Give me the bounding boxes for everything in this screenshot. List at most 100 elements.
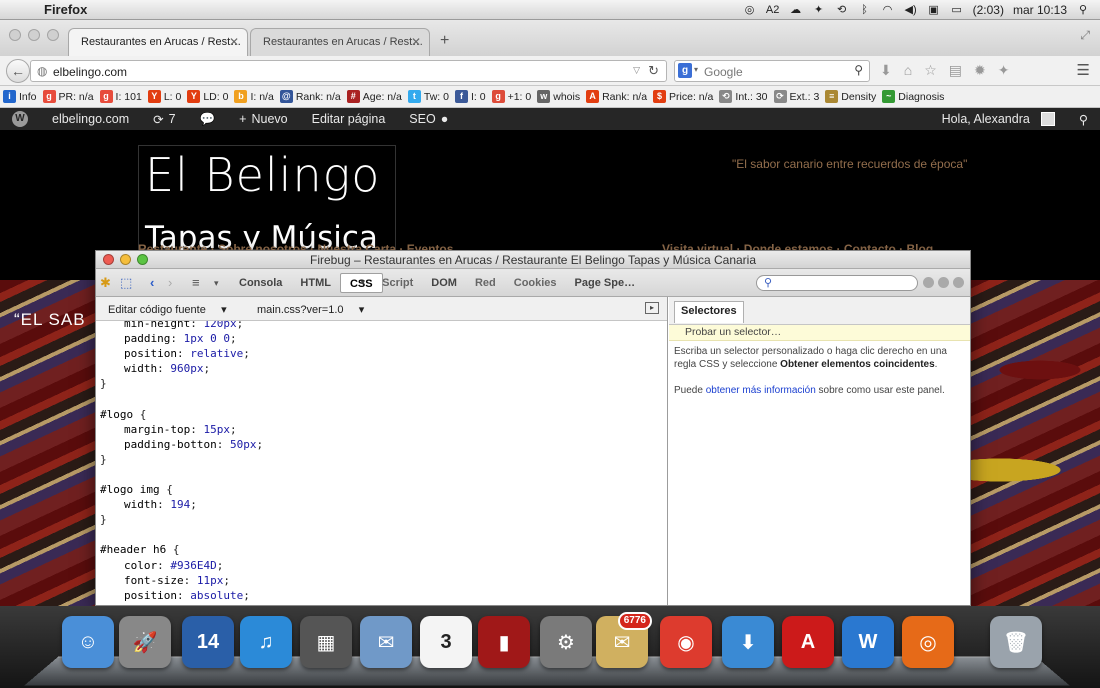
software-update-icon[interactable]: ⬇ bbox=[722, 616, 774, 668]
firefox-icon[interactable]: ◎ bbox=[902, 616, 954, 668]
detach-firebug-button[interactable] bbox=[938, 277, 949, 288]
seo-metric-item[interactable]: ⟲ Int.: 30 bbox=[719, 90, 768, 103]
bookmark-star-icon[interactable]: ☆ bbox=[924, 62, 937, 79]
css-property[interactable]: width bbox=[100, 498, 157, 511]
css-tab-dropdown-icon[interactable]: ▾ bbox=[361, 273, 366, 293]
finder-icon[interactable]: ☺ bbox=[62, 616, 114, 668]
seo-metric-item[interactable]: $ Price: n/a bbox=[653, 90, 713, 103]
input-source-icon[interactable]: ▣ bbox=[927, 3, 941, 17]
seo-metric-item[interactable]: g PR: n/a bbox=[42, 90, 94, 103]
tab-pagespe[interactable]: Page Spe… bbox=[566, 273, 645, 293]
css-value[interactable]: 15px bbox=[203, 423, 230, 436]
seo-metric-item[interactable]: @ Rank: n/a bbox=[279, 90, 341, 103]
wp-new-content[interactable]: + Nuevo bbox=[227, 108, 299, 130]
search-bar[interactable]: g ▾ Google ⚲ bbox=[674, 60, 870, 82]
bluetooth-status-icon[interactable]: ᛒ bbox=[858, 3, 872, 17]
minimize-window-button[interactable] bbox=[28, 29, 40, 41]
css-property[interactable]: right bbox=[100, 604, 157, 605]
browser-tab[interactable]: Restaurantes en Arucas / Rest… ✕ bbox=[250, 28, 430, 56]
css-value[interactable]: 960px bbox=[170, 362, 203, 375]
seo-metric-item[interactable]: f I: 0 bbox=[454, 90, 486, 103]
app-menu-firefox[interactable]: Firefox bbox=[44, 2, 87, 17]
system-preferences-icon[interactable]: ⚙ bbox=[540, 616, 592, 668]
close-firebug-button[interactable] bbox=[953, 277, 964, 288]
seo-metric-item[interactable]: g +1: 0 bbox=[491, 90, 531, 103]
seo-metric-item[interactable]: Y L: 0 bbox=[147, 90, 181, 103]
css-property[interactable]: min-height bbox=[100, 321, 190, 330]
css-value[interactable]: #936E4D bbox=[170, 559, 216, 572]
tab-cookies[interactable]: Cookies bbox=[505, 273, 566, 293]
firebug-toolbar-icon[interactable]: ✦ bbox=[998, 62, 1010, 79]
time-machine-icon[interactable]: 14 bbox=[182, 616, 234, 668]
css-property[interactable]: color bbox=[100, 559, 157, 572]
seo-metric-item[interactable]: ~ Diagnosis bbox=[882, 90, 944, 103]
css-property[interactable]: width bbox=[100, 362, 157, 375]
google-engine-icon[interactable]: g bbox=[678, 63, 692, 78]
seo-metric-item[interactable]: Y LD: 0 bbox=[187, 90, 228, 103]
panel-list-icon[interactable]: ≡ bbox=[192, 275, 200, 290]
url-text[interactable]: elbelingo.com bbox=[53, 65, 127, 79]
trash-icon[interactable]: 🗑 bbox=[990, 616, 1042, 668]
seo-metric-item[interactable]: w whois bbox=[537, 90, 580, 103]
wp-search[interactable]: ⚲ bbox=[1067, 108, 1100, 130]
sync-status-icon[interactable]: ✦ bbox=[812, 3, 826, 17]
close-window-button[interactable] bbox=[9, 29, 21, 41]
volume-icon[interactable]: ◀) bbox=[904, 3, 918, 17]
wp-updates[interactable]: ⟳ 7 bbox=[141, 108, 187, 130]
tab-script[interactable]: Script bbox=[373, 273, 422, 293]
panel-list-dropdown-icon[interactable]: ▾ bbox=[214, 278, 219, 289]
wp-account-menu[interactable]: Hola, Alexandra bbox=[930, 108, 1067, 130]
firebug-menu-icon[interactable]: ✱ bbox=[100, 275, 111, 291]
itunes-icon[interactable]: ♫ bbox=[240, 616, 292, 668]
home-icon[interactable]: ⌂ bbox=[904, 62, 912, 79]
extension-icon[interactable]: ✹ bbox=[974, 62, 986, 79]
close-window-button[interactable] bbox=[103, 254, 114, 265]
battery-icon[interactable]: ▭ bbox=[950, 3, 964, 17]
tab-red[interactable]: Red bbox=[466, 273, 505, 293]
search-placeholder[interactable]: Google bbox=[704, 65, 743, 79]
engine-dropdown-icon[interactable]: ▾ bbox=[694, 65, 698, 74]
back-arrow-icon[interactable]: ‹ bbox=[150, 275, 154, 290]
wp-edit-page[interactable]: Editar página bbox=[300, 108, 398, 130]
url-history-dropdown-icon[interactable]: ▽ bbox=[633, 65, 640, 76]
acrobat-icon[interactable]: A bbox=[782, 616, 834, 668]
css-property[interactable]: position bbox=[100, 589, 177, 602]
zoom-window-button[interactable] bbox=[47, 29, 59, 41]
tab-consola[interactable]: Consola bbox=[230, 273, 291, 293]
seo-metric-item[interactable]: g I: 101 bbox=[99, 90, 142, 103]
css-selector[interactable]: #logo img bbox=[100, 483, 160, 496]
edit-source-menu[interactable]: Editar código fuente ▾ bbox=[108, 303, 227, 316]
photo-booth-icon[interactable]: ▮ bbox=[478, 616, 530, 668]
eye-status-icon[interactable]: ◎ bbox=[743, 3, 757, 17]
seo-metric-item[interactable]: A Rank: n/a bbox=[586, 90, 647, 103]
tab-html[interactable]: HTML bbox=[291, 273, 340, 293]
zoom-window-button[interactable] bbox=[137, 254, 148, 265]
css-value[interactable]: absolute bbox=[190, 589, 243, 602]
menubar-clock[interactable]: mar 10:13 bbox=[1013, 3, 1067, 17]
bookmarks-menu-icon[interactable]: ▤ bbox=[949, 62, 962, 79]
browser-tab-active[interactable]: Restaurantes en Arucas / Rest… ✕ bbox=[68, 28, 248, 56]
time-machine-status-icon[interactable]: ⟲ bbox=[835, 3, 849, 17]
photo-browser-icon[interactable]: ▦ bbox=[300, 616, 352, 668]
hamburger-menu-icon[interactable]: ☰ bbox=[1077, 61, 1090, 79]
forward-arrow-icon[interactable]: › bbox=[168, 275, 172, 290]
url-bar[interactable]: ◍ elbelingo.com ▽ ↻ bbox=[30, 60, 667, 82]
tab-dom[interactable]: DOM bbox=[422, 273, 466, 293]
firebug-search-input[interactable]: ⚲ bbox=[756, 275, 918, 291]
inspect-element-icon[interactable]: ⬚ bbox=[120, 275, 132, 291]
chrome-icon[interactable]: ◉ bbox=[660, 616, 712, 668]
launchpad-icon[interactable]: 🚀 bbox=[119, 616, 171, 668]
seo-metric-item[interactable]: ≡ Density bbox=[825, 90, 876, 103]
minimize-window-button[interactable] bbox=[120, 254, 131, 265]
css-value[interactable]: relative bbox=[190, 347, 243, 360]
stylesheet-selector[interactable]: main.css?ver=1.0 ▾ bbox=[257, 303, 364, 316]
css-selector[interactable]: #logo bbox=[100, 408, 133, 421]
css-value[interactable]: 50px bbox=[230, 438, 257, 451]
wifi-icon[interactable]: ◠ bbox=[881, 3, 895, 17]
css-value[interactable]: 11px bbox=[197, 574, 224, 587]
spotlight-icon[interactable]: ⚲ bbox=[1076, 3, 1090, 17]
wp-logo-menu[interactable]: W bbox=[0, 108, 40, 130]
cloud-status-icon[interactable]: ☁ bbox=[789, 3, 803, 17]
css-value[interactable]: 10px bbox=[170, 604, 197, 605]
selector-probe-input[interactable]: Probar un selector… bbox=[669, 325, 970, 341]
